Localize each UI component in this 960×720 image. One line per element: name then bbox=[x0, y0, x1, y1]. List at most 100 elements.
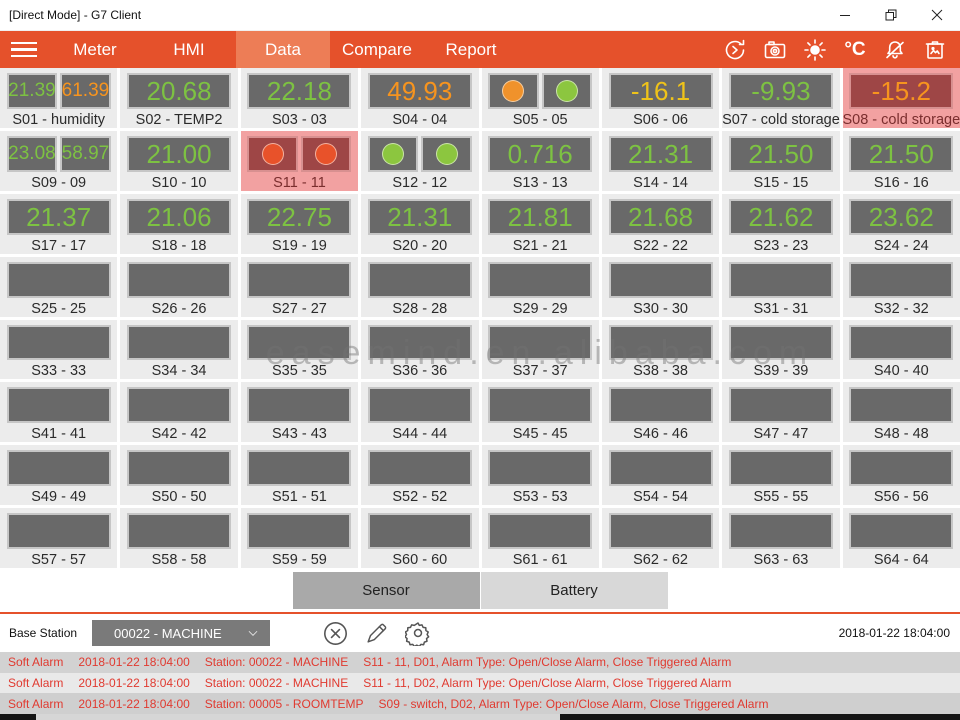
sensor-label: S38 - 38 bbox=[633, 363, 688, 379]
sensor-tile[interactable]: S60 - 60 bbox=[361, 508, 478, 568]
minimize-button[interactable] bbox=[822, 0, 868, 30]
sensor-tile[interactable]: 49.93S04 - 04 bbox=[361, 68, 478, 128]
sensor-tile[interactable]: 21.62S23 - 23 bbox=[722, 194, 839, 254]
sensor-tile[interactable]: S58 - 58 bbox=[120, 508, 237, 568]
sensor-tile[interactable]: S11 - 11 bbox=[241, 131, 358, 191]
delete-image-button[interactable] bbox=[922, 37, 948, 63]
sensor-tile[interactable]: S27 - 27 bbox=[241, 257, 358, 317]
sensor-tile[interactable]: S25 - 25 bbox=[0, 257, 117, 317]
sensor-tile[interactable]: 22.18S03 - 03 bbox=[241, 68, 358, 128]
sensor-tile[interactable]: 21.81S21 - 21 bbox=[482, 194, 599, 254]
sensor-value: 21.31 bbox=[387, 204, 452, 230]
sensor-tile[interactable]: S32 - 32 bbox=[843, 257, 960, 317]
sensor-label: S30 - 30 bbox=[633, 301, 688, 317]
sensor-tile[interactable]: -16.1S06 - 06 bbox=[602, 68, 719, 128]
restore-button[interactable] bbox=[868, 0, 914, 30]
sensor-label: S60 - 60 bbox=[392, 552, 447, 568]
alarm-mute-icon bbox=[883, 38, 907, 62]
sensor-tile[interactable]: S12 - 12 bbox=[361, 131, 478, 191]
sensor-tile[interactable]: S31 - 31 bbox=[722, 257, 839, 317]
menu-button[interactable] bbox=[0, 31, 48, 68]
sensor-tile[interactable]: 21.50S15 - 15 bbox=[722, 131, 839, 191]
tab-meter[interactable]: Meter bbox=[48, 31, 142, 68]
sensor-tile[interactable]: S53 - 53 bbox=[482, 445, 599, 505]
alarm-row[interactable]: Soft Alarm2018-01-22 18:04:00Station: 00… bbox=[0, 673, 960, 694]
sensor-tile[interactable]: S30 - 30 bbox=[602, 257, 719, 317]
sensor-tile[interactable]: 21.31S14 - 14 bbox=[602, 131, 719, 191]
sensor-tile[interactable]: 21.06S18 - 18 bbox=[120, 194, 237, 254]
sensor-tile[interactable]: S05 - 05 bbox=[482, 68, 599, 128]
sensor-tile[interactable]: S52 - 52 bbox=[361, 445, 478, 505]
sensor-tab-button[interactable]: Sensor bbox=[293, 572, 480, 609]
tab-hmi[interactable]: HMI bbox=[142, 31, 236, 68]
sensor-tile[interactable]: 21.31S20 - 20 bbox=[361, 194, 478, 254]
sensor-tile[interactable]: S62 - 62 bbox=[602, 508, 719, 568]
settings-button[interactable] bbox=[404, 620, 431, 647]
sensor-tile[interactable]: -15.2S08 - cold storage bbox=[843, 68, 960, 128]
tab-report[interactable]: Report bbox=[424, 31, 518, 68]
sensor-value-boxes bbox=[368, 262, 472, 298]
sensor-value-box bbox=[729, 262, 833, 298]
sensor-tile[interactable]: S28 - 28 bbox=[361, 257, 478, 317]
close-button[interactable] bbox=[914, 0, 960, 30]
alarm-row[interactable]: Soft Alarm2018-01-22 18:04:00Station: 00… bbox=[0, 693, 960, 714]
sensor-tile[interactable]: 22.75S19 - 19 bbox=[241, 194, 358, 254]
sensor-tile[interactable]: S42 - 42 bbox=[120, 382, 237, 442]
sensor-tile[interactable]: S43 - 43 bbox=[241, 382, 358, 442]
sensor-tile[interactable]: S55 - 55 bbox=[722, 445, 839, 505]
sensor-tile[interactable]: S41 - 41 bbox=[0, 382, 117, 442]
sensor-tile[interactable]: S36 - 36 bbox=[361, 320, 478, 380]
horizontal-scrollbar[interactable] bbox=[0, 714, 960, 720]
sensor-tile[interactable]: S40 - 40 bbox=[843, 320, 960, 380]
sensor-value: 49.93 bbox=[387, 78, 452, 104]
sensor-tile[interactable]: 20.68S02 - TEMP2 bbox=[120, 68, 237, 128]
camera-button[interactable] bbox=[762, 37, 788, 63]
sensor-tile[interactable]: S44 - 44 bbox=[361, 382, 478, 442]
sensor-tile[interactable]: S59 - 59 bbox=[241, 508, 358, 568]
sensor-tile[interactable]: S47 - 47 bbox=[722, 382, 839, 442]
temperature-unit-button[interactable]: °C bbox=[842, 37, 868, 63]
alarm-mute-button[interactable] bbox=[882, 37, 908, 63]
sensor-tile[interactable]: S39 - 39 bbox=[722, 320, 839, 380]
sensor-tile[interactable]: S33 - 33 bbox=[0, 320, 117, 380]
sensor-tile[interactable]: S63 - 63 bbox=[722, 508, 839, 568]
sensor-tile[interactable]: 21.50S16 - 16 bbox=[843, 131, 960, 191]
station-select-dropdown[interactable]: 00022 - MACHINE bbox=[92, 620, 270, 646]
disconnect-button[interactable] bbox=[322, 620, 349, 647]
sensor-tile[interactable]: S48 - 48 bbox=[843, 382, 960, 442]
sensor-tile[interactable]: S57 - 57 bbox=[0, 508, 117, 568]
brightness-button[interactable] bbox=[802, 37, 828, 63]
sensor-tile[interactable]: 21.37S17 - 17 bbox=[0, 194, 117, 254]
edit-button[interactable] bbox=[363, 620, 390, 647]
sensor-tile[interactable]: S50 - 50 bbox=[120, 445, 237, 505]
sensor-tile[interactable]: 23.62S24 - 24 bbox=[843, 194, 960, 254]
scrollbar-thumb[interactable] bbox=[36, 714, 560, 720]
sensor-tile[interactable]: S45 - 45 bbox=[482, 382, 599, 442]
sensor-tile[interactable]: S61 - 61 bbox=[482, 508, 599, 568]
sensor-tile[interactable]: S49 - 49 bbox=[0, 445, 117, 505]
sensor-tile[interactable]: S46 - 46 bbox=[602, 382, 719, 442]
sensor-tile[interactable]: -9.93S07 - cold storage bbox=[722, 68, 839, 128]
sensor-tile[interactable]: S56 - 56 bbox=[843, 445, 960, 505]
sensor-tile[interactable]: S34 - 34 bbox=[120, 320, 237, 380]
battery-tab-button[interactable]: Battery bbox=[481, 572, 668, 609]
sensor-tile[interactable]: 0.716S13 - 13 bbox=[482, 131, 599, 191]
sensor-tile[interactable]: 23.0858.97S09 - 09 bbox=[0, 131, 117, 191]
sensor-tile[interactable]: 21.3961.39S01 - humidity bbox=[0, 68, 117, 128]
sync-button[interactable] bbox=[722, 37, 748, 63]
sensor-tile[interactable]: S35 - 35 bbox=[241, 320, 358, 380]
sensor-tile[interactable]: S29 - 29 bbox=[482, 257, 599, 317]
sensor-label: S16 - 16 bbox=[874, 175, 929, 191]
sensor-tile[interactable]: 21.00S10 - 10 bbox=[120, 131, 237, 191]
sensor-tile[interactable]: S51 - 51 bbox=[241, 445, 358, 505]
tab-data[interactable]: Data bbox=[236, 31, 330, 68]
sensor-tile[interactable]: S54 - 54 bbox=[602, 445, 719, 505]
sensor-tile[interactable]: S37 - 37 bbox=[482, 320, 599, 380]
sensor-tile[interactable]: 21.68S22 - 22 bbox=[602, 194, 719, 254]
sensor-tile[interactable]: S26 - 26 bbox=[120, 257, 237, 317]
tab-compare[interactable]: Compare bbox=[330, 31, 424, 68]
sensor-tile[interactable]: S64 - 64 bbox=[843, 508, 960, 568]
sensor-tile[interactable]: S38 - 38 bbox=[602, 320, 719, 380]
alarm-row[interactable]: Soft Alarm2018-01-22 18:04:00Station: 00… bbox=[0, 652, 960, 673]
sensor-value-box bbox=[368, 136, 419, 172]
